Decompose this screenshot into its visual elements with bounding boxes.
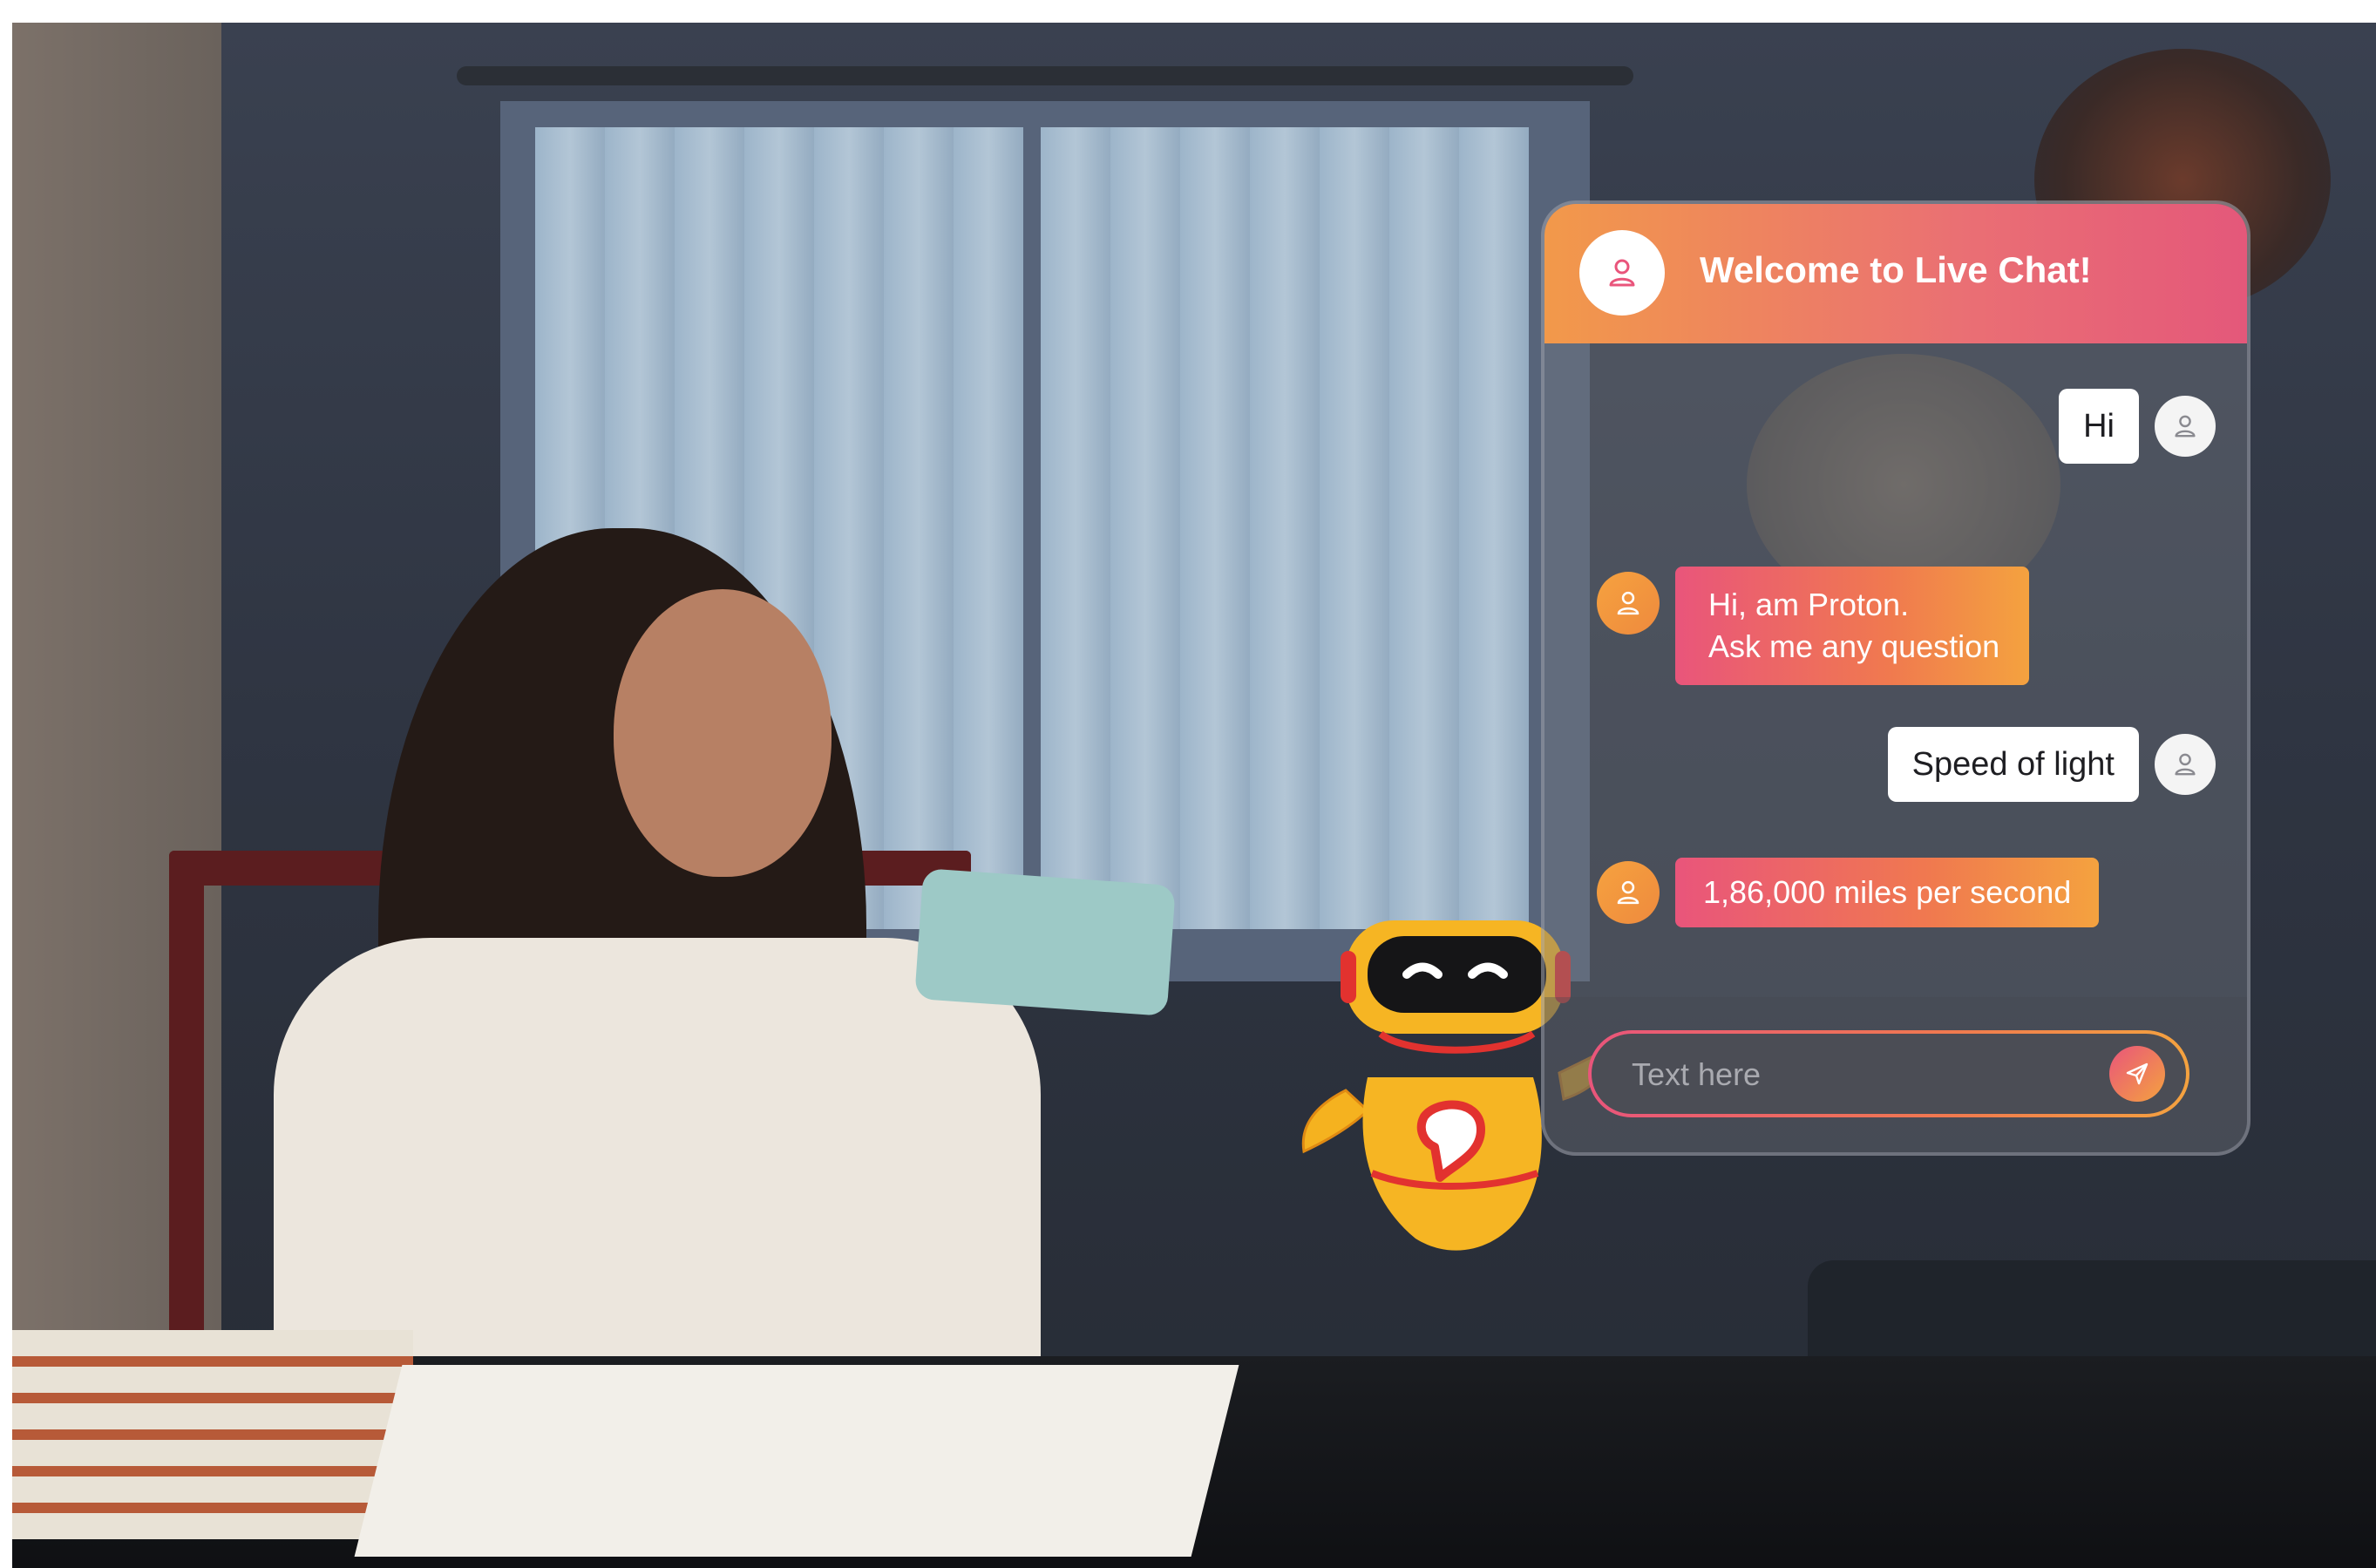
- user-icon: [1597, 861, 1660, 924]
- user-message-bubble: Hi: [2059, 389, 2139, 464]
- send-button[interactable]: [2109, 1046, 2165, 1102]
- person-face: [614, 589, 832, 877]
- bot-message-line: Hi, am Proton.: [1708, 587, 1910, 622]
- open-notebook: [354, 1365, 1239, 1557]
- live-chat-widget: Welcome to Live Chat! Hi Hi, am Proton. …: [1541, 200, 2250, 1156]
- curtain-right: [1041, 127, 1529, 929]
- bot-message-bubble: 1,86,000 miles per second: [1675, 858, 2100, 927]
- composer-field-wrapper: [1592, 1034, 2186, 1114]
- bot-message-line: Ask me any question: [1708, 628, 2000, 664]
- book-stack: [12, 1330, 413, 1539]
- message-user: Hi: [2059, 389, 2216, 464]
- paper-plane-icon: [2126, 1062, 2149, 1085]
- user-icon: [1579, 230, 1665, 316]
- smartphone: [914, 868, 1176, 1016]
- chat-title: Welcome to Live Chat!: [1700, 249, 2092, 290]
- chat-header: Welcome to Live Chat!: [1544, 204, 2247, 343]
- message-composer: [1588, 1030, 2189, 1117]
- message-user: Speed of light: [1887, 727, 2216, 802]
- bot-message-bubble: Hi, am Proton. Ask me any question: [1675, 567, 2030, 685]
- message-bot: 1,86,000 miles per second: [1597, 858, 2100, 927]
- curtain-rod: [457, 66, 1633, 85]
- user-message-bubble: Speed of light: [1887, 727, 2139, 802]
- user-icon: [1597, 572, 1660, 635]
- user-icon: [2155, 396, 2216, 457]
- message-input[interactable]: [1630, 1049, 2087, 1100]
- message-bot: Hi, am Proton. Ask me any question: [1597, 567, 2030, 685]
- user-icon: [2155, 734, 2216, 795]
